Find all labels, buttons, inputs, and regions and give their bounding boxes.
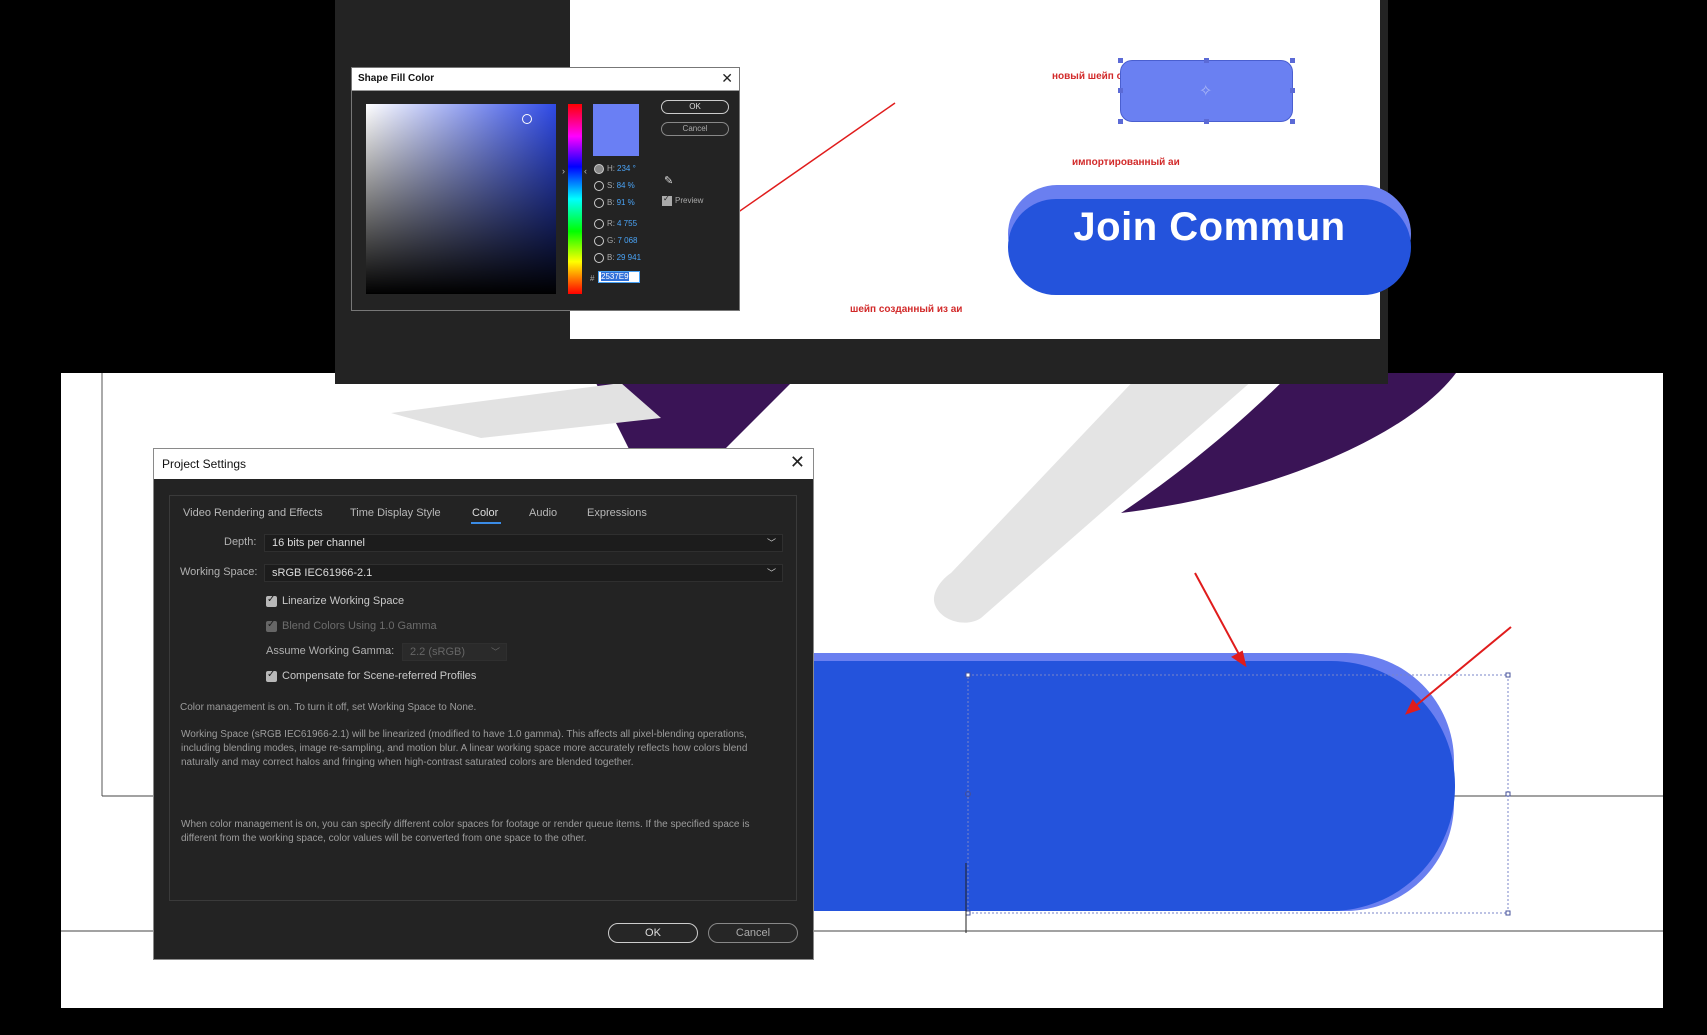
hue-slider[interactable] <box>568 104 582 294</box>
blend-gamma-checkbox: Blend Colors Using 1.0 Gamma <box>266 619 437 632</box>
field-red[interactable]: R: 4 755 <box>594 219 637 229</box>
working-space-select[interactable]: sRGB IEC61966-2.1 ﹀ <box>264 564 783 582</box>
close-icon[interactable]: ✕ <box>721 70 733 87</box>
color-picker-marker[interactable] <box>522 114 532 124</box>
info-color-spaces: When color management is on, you can spe… <box>181 819 750 844</box>
field-hue[interactable]: H: 234 ° <box>594 164 636 174</box>
ok-button[interactable]: OK <box>608 923 698 943</box>
active-tab-indicator <box>471 522 501 524</box>
depth-select[interactable]: 16 bits per channel ﹀ <box>264 534 783 552</box>
saturation-brightness-field[interactable] <box>366 104 556 294</box>
info-working-space: Working Space (sRGB IEC61966-2.1) will b… <box>181 729 748 768</box>
hex-input[interactable]: 2537E9 <box>598 271 640 283</box>
red-arrow-2 <box>1405 626 1512 715</box>
project-settings-dialog: Project Settings ✕ Video Rendering and E… <box>153 448 814 960</box>
close-icon[interactable]: ✕ <box>790 452 805 473</box>
hue-arrow-left-icon: › <box>562 166 565 176</box>
fill-cancel-button[interactable]: Cancel <box>661 122 729 136</box>
tab-time-display[interactable]: Time Display Style <box>350 507 441 519</box>
info-color-management: Color management is on. To turn it off, … <box>180 702 477 713</box>
tab-expressions[interactable]: Expressions <box>587 507 647 519</box>
project-settings-title: Project Settings <box>162 457 247 471</box>
red-arrow-1 <box>1194 572 1247 668</box>
gray-stroke <box>933 373 1261 623</box>
field-brightness[interactable]: B: 91 % <box>594 198 635 208</box>
color-swatch <box>593 104 639 156</box>
field-blue[interactable]: B: 29 941 <box>594 253 641 263</box>
tab-audio[interactable]: Audio <box>529 507 557 519</box>
tab-video-rendering[interactable]: Video Rendering and Effects <box>183 507 323 519</box>
linearize-checkbox[interactable]: Linearize Working Space <box>266 594 404 607</box>
compensate-checkbox[interactable]: Compensate for Scene-referred Profiles <box>266 669 476 682</box>
fill-dialog-title: Shape Fill Color <box>358 73 435 84</box>
gamma-label: Assume Working Gamma: <box>266 645 395 657</box>
cancel-button[interactable]: Cancel <box>708 923 798 943</box>
shape-fill-color-dialog: Shape Fill Color ✕ › ‹ H: 234 ° S: 84 % B:… <box>351 67 740 311</box>
project-settings-titlebar: Project Settings ✕ <box>154 449 813 479</box>
fill-ok-button[interactable]: OK <box>661 100 729 114</box>
hue-arrow-right-icon: ‹ <box>584 166 587 176</box>
field-green[interactable]: G: 7 068 <box>594 236 637 246</box>
working-space-label: Working Space: <box>180 566 258 578</box>
preview-checkbox[interactable]: Preview <box>662 194 703 206</box>
gamma-select: 2.2 (sRGB) ﹀ <box>402 643 507 661</box>
fill-dialog-titlebar: Shape Fill Color ✕ <box>352 68 739 91</box>
depth-label: Depth: <box>224 536 257 548</box>
chevron-down-icon: ﹀ <box>766 568 776 578</box>
eyedropper-icon[interactable]: ✎ <box>664 174 673 187</box>
tab-color[interactable]: Color <box>472 507 498 519</box>
chevron-down-icon: ﹀ <box>490 647 500 657</box>
field-saturation[interactable]: S: 84 % <box>594 181 635 191</box>
hex-label: # <box>590 274 595 283</box>
chevron-down-icon: ﹀ <box>766 538 776 548</box>
